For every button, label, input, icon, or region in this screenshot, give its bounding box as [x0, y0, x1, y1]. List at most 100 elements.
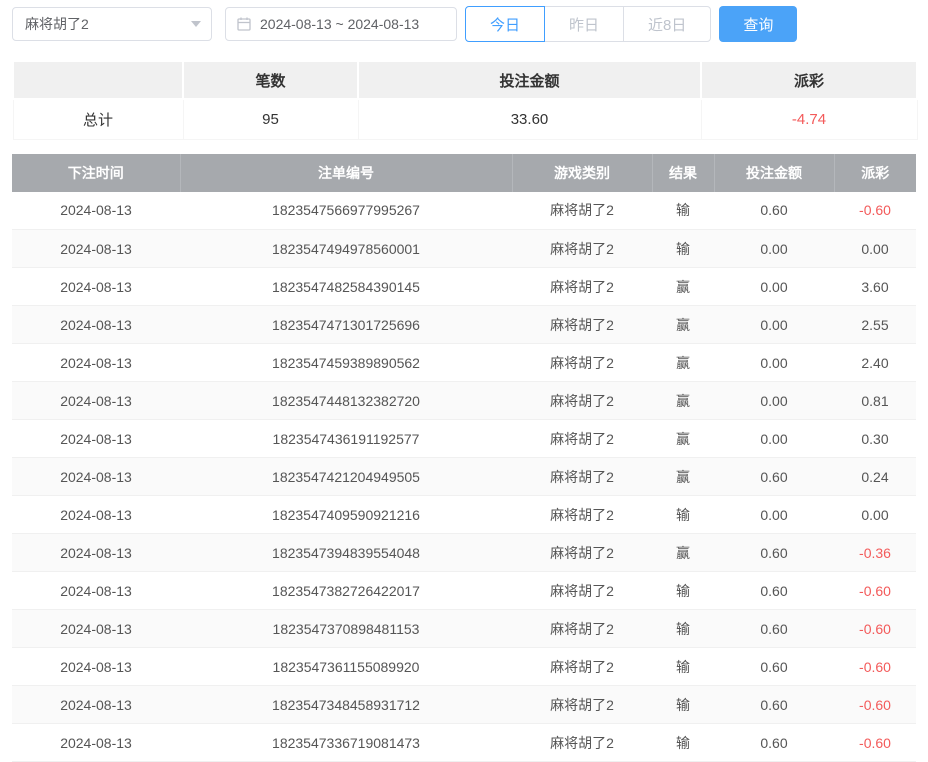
cell-bet-id: 1823547421204949505: [180, 458, 512, 496]
cell-bet-amount: 0.00: [714, 382, 834, 420]
cell-payout: -0.60: [834, 724, 916, 762]
bet-table-header-row: 下注时间 注单编号 游戏类别 结果 投注金额 派彩: [12, 154, 916, 192]
cell-bet-id: 1823547394839554048: [180, 534, 512, 572]
cell-payout: -0.60: [834, 192, 916, 230]
summary-header-bet-amount: 投注金额: [358, 61, 701, 99]
yesterday-button[interactable]: 昨日: [544, 6, 624, 42]
summary-total-bet-amount: 33.60: [358, 99, 701, 139]
date-range-input[interactable]: 2024-08-13 ~ 2024-08-13: [225, 7, 457, 41]
cell-bet-time: 2024-08-13: [12, 686, 180, 724]
cell-bet-time: 2024-08-13: [12, 192, 180, 230]
cell-payout: 0.00: [834, 496, 916, 534]
today-button[interactable]: 今日: [465, 6, 545, 42]
cell-bet-amount: 0.60: [714, 572, 834, 610]
cell-result: 输: [652, 192, 714, 230]
cell-payout: -0.60: [834, 686, 916, 724]
cell-result: 赢: [652, 306, 714, 344]
last-8-days-button[interactable]: 近8日: [623, 6, 711, 42]
cell-payout: 2.40: [834, 344, 916, 382]
cell-bet-time: 2024-08-13: [12, 306, 180, 344]
table-row: 2024-08-13 1823547361155089920 麻将胡了2 输 0…: [12, 648, 916, 686]
summary-total-label: 总计: [13, 99, 183, 139]
cell-payout: -0.60: [834, 610, 916, 648]
header-bet-time: 下注时间: [12, 154, 180, 192]
table-row: 2024-08-13 1823547448132382720 麻将胡了2 赢 0…: [12, 382, 916, 420]
cell-game-type: 麻将胡了2: [512, 344, 652, 382]
calendar-icon: [236, 16, 252, 32]
cell-bet-time: 2024-08-13: [12, 724, 180, 762]
cell-game-type: 麻将胡了2: [512, 420, 652, 458]
cell-bet-amount: 0.60: [714, 610, 834, 648]
cell-bet-time: 2024-08-13: [12, 458, 180, 496]
cell-bet-time: 2024-08-13: [12, 572, 180, 610]
cell-game-type: 麻将胡了2: [512, 648, 652, 686]
cell-result: 输: [652, 496, 714, 534]
cell-game-type: 麻将胡了2: [512, 230, 652, 268]
cell-bet-amount: 0.00: [714, 268, 834, 306]
cell-game-type: 麻将胡了2: [512, 572, 652, 610]
cell-result: 赢: [652, 458, 714, 496]
cell-bet-time: 2024-08-13: [12, 230, 180, 268]
cell-game-type: 麻将胡了2: [512, 496, 652, 534]
summary-header-row: 笔数 投注金额 派彩: [13, 61, 917, 99]
header-game-type: 游戏类别: [512, 154, 652, 192]
summary-header-empty: [13, 61, 183, 99]
cell-payout: -0.60: [834, 648, 916, 686]
cell-bet-id: 1823547566977995267: [180, 192, 512, 230]
cell-payout: 0.24: [834, 458, 916, 496]
summary-header-count: 笔数: [183, 61, 358, 99]
cell-game-type: 麻将胡了2: [512, 724, 652, 762]
cell-result: 输: [652, 610, 714, 648]
table-row: 2024-08-13 1823547421204949505 麻将胡了2 赢 0…: [12, 458, 916, 496]
cell-bet-id: 1823547361155089920: [180, 648, 512, 686]
cell-bet-amount: 0.00: [714, 306, 834, 344]
cell-bet-time: 2024-08-13: [12, 420, 180, 458]
cell-payout: 0.00: [834, 230, 916, 268]
cell-result: 输: [652, 572, 714, 610]
toolbar: 麻将胡了2 2024-08-13 ~ 2024-08-13 今日 昨日 近8日 …: [0, 0, 928, 44]
game-select[interactable]: 麻将胡了2: [12, 7, 212, 41]
chevron-down-icon: [191, 21, 201, 27]
cell-game-type: 麻将胡了2: [512, 458, 652, 496]
cell-result: 赢: [652, 344, 714, 382]
table-row: 2024-08-13 1823547494978560001 麻将胡了2 输 0…: [12, 230, 916, 268]
cell-bet-id: 1823547409590921216: [180, 496, 512, 534]
cell-payout: 2.55: [834, 306, 916, 344]
table-row: 2024-08-13 1823547382726422017 麻将胡了2 输 0…: [12, 572, 916, 610]
header-result: 结果: [652, 154, 714, 192]
cell-bet-id: 1823547482584390145: [180, 268, 512, 306]
cell-bet-time: 2024-08-13: [12, 496, 180, 534]
cell-bet-id: 1823547348458931712: [180, 686, 512, 724]
table-row: 2024-08-13 1823547370898481153 麻将胡了2 输 0…: [12, 610, 916, 648]
cell-result: 输: [652, 230, 714, 268]
bet-table-body: 2024-08-13 1823547566977995267 麻将胡了2 输 0…: [12, 192, 916, 762]
table-row: 2024-08-13 1823547471301725696 麻将胡了2 赢 0…: [12, 306, 916, 344]
search-button[interactable]: 查询: [719, 6, 797, 42]
cell-bet-id: 1823547471301725696: [180, 306, 512, 344]
summary-total-row: 总计 95 33.60 -4.74: [13, 99, 917, 139]
quick-date-button-group: 今日 昨日 近8日: [465, 6, 711, 42]
header-bet-id: 注单编号: [180, 154, 512, 192]
date-range-value: 2024-08-13 ~ 2024-08-13: [260, 16, 419, 32]
cell-bet-id: 1823547494978560001: [180, 230, 512, 268]
cell-bet-id: 1823547336719081473: [180, 724, 512, 762]
cell-game-type: 麻将胡了2: [512, 192, 652, 230]
game-select-value: 麻将胡了2: [25, 14, 89, 34]
cell-game-type: 麻将胡了2: [512, 686, 652, 724]
cell-result: 赢: [652, 420, 714, 458]
cell-bet-time: 2024-08-13: [12, 268, 180, 306]
cell-bet-amount: 0.60: [714, 724, 834, 762]
table-row: 2024-08-13 1823547482584390145 麻将胡了2 赢 0…: [12, 268, 916, 306]
table-row: 2024-08-13 1823547336719081473 麻将胡了2 输 0…: [12, 724, 916, 762]
table-row: 2024-08-13 1823547394839554048 麻将胡了2 赢 0…: [12, 534, 916, 572]
cell-bet-amount: 0.60: [714, 686, 834, 724]
cell-payout: -0.36: [834, 534, 916, 572]
cell-bet-time: 2024-08-13: [12, 534, 180, 572]
cell-bet-id: 1823547459389890562: [180, 344, 512, 382]
table-row: 2024-08-13 1823547348458931712 麻将胡了2 输 0…: [12, 686, 916, 724]
cell-payout: 0.30: [834, 420, 916, 458]
cell-bet-amount: 0.00: [714, 420, 834, 458]
cell-game-type: 麻将胡了2: [512, 268, 652, 306]
cell-payout: 3.60: [834, 268, 916, 306]
cell-game-type: 麻将胡了2: [512, 306, 652, 344]
